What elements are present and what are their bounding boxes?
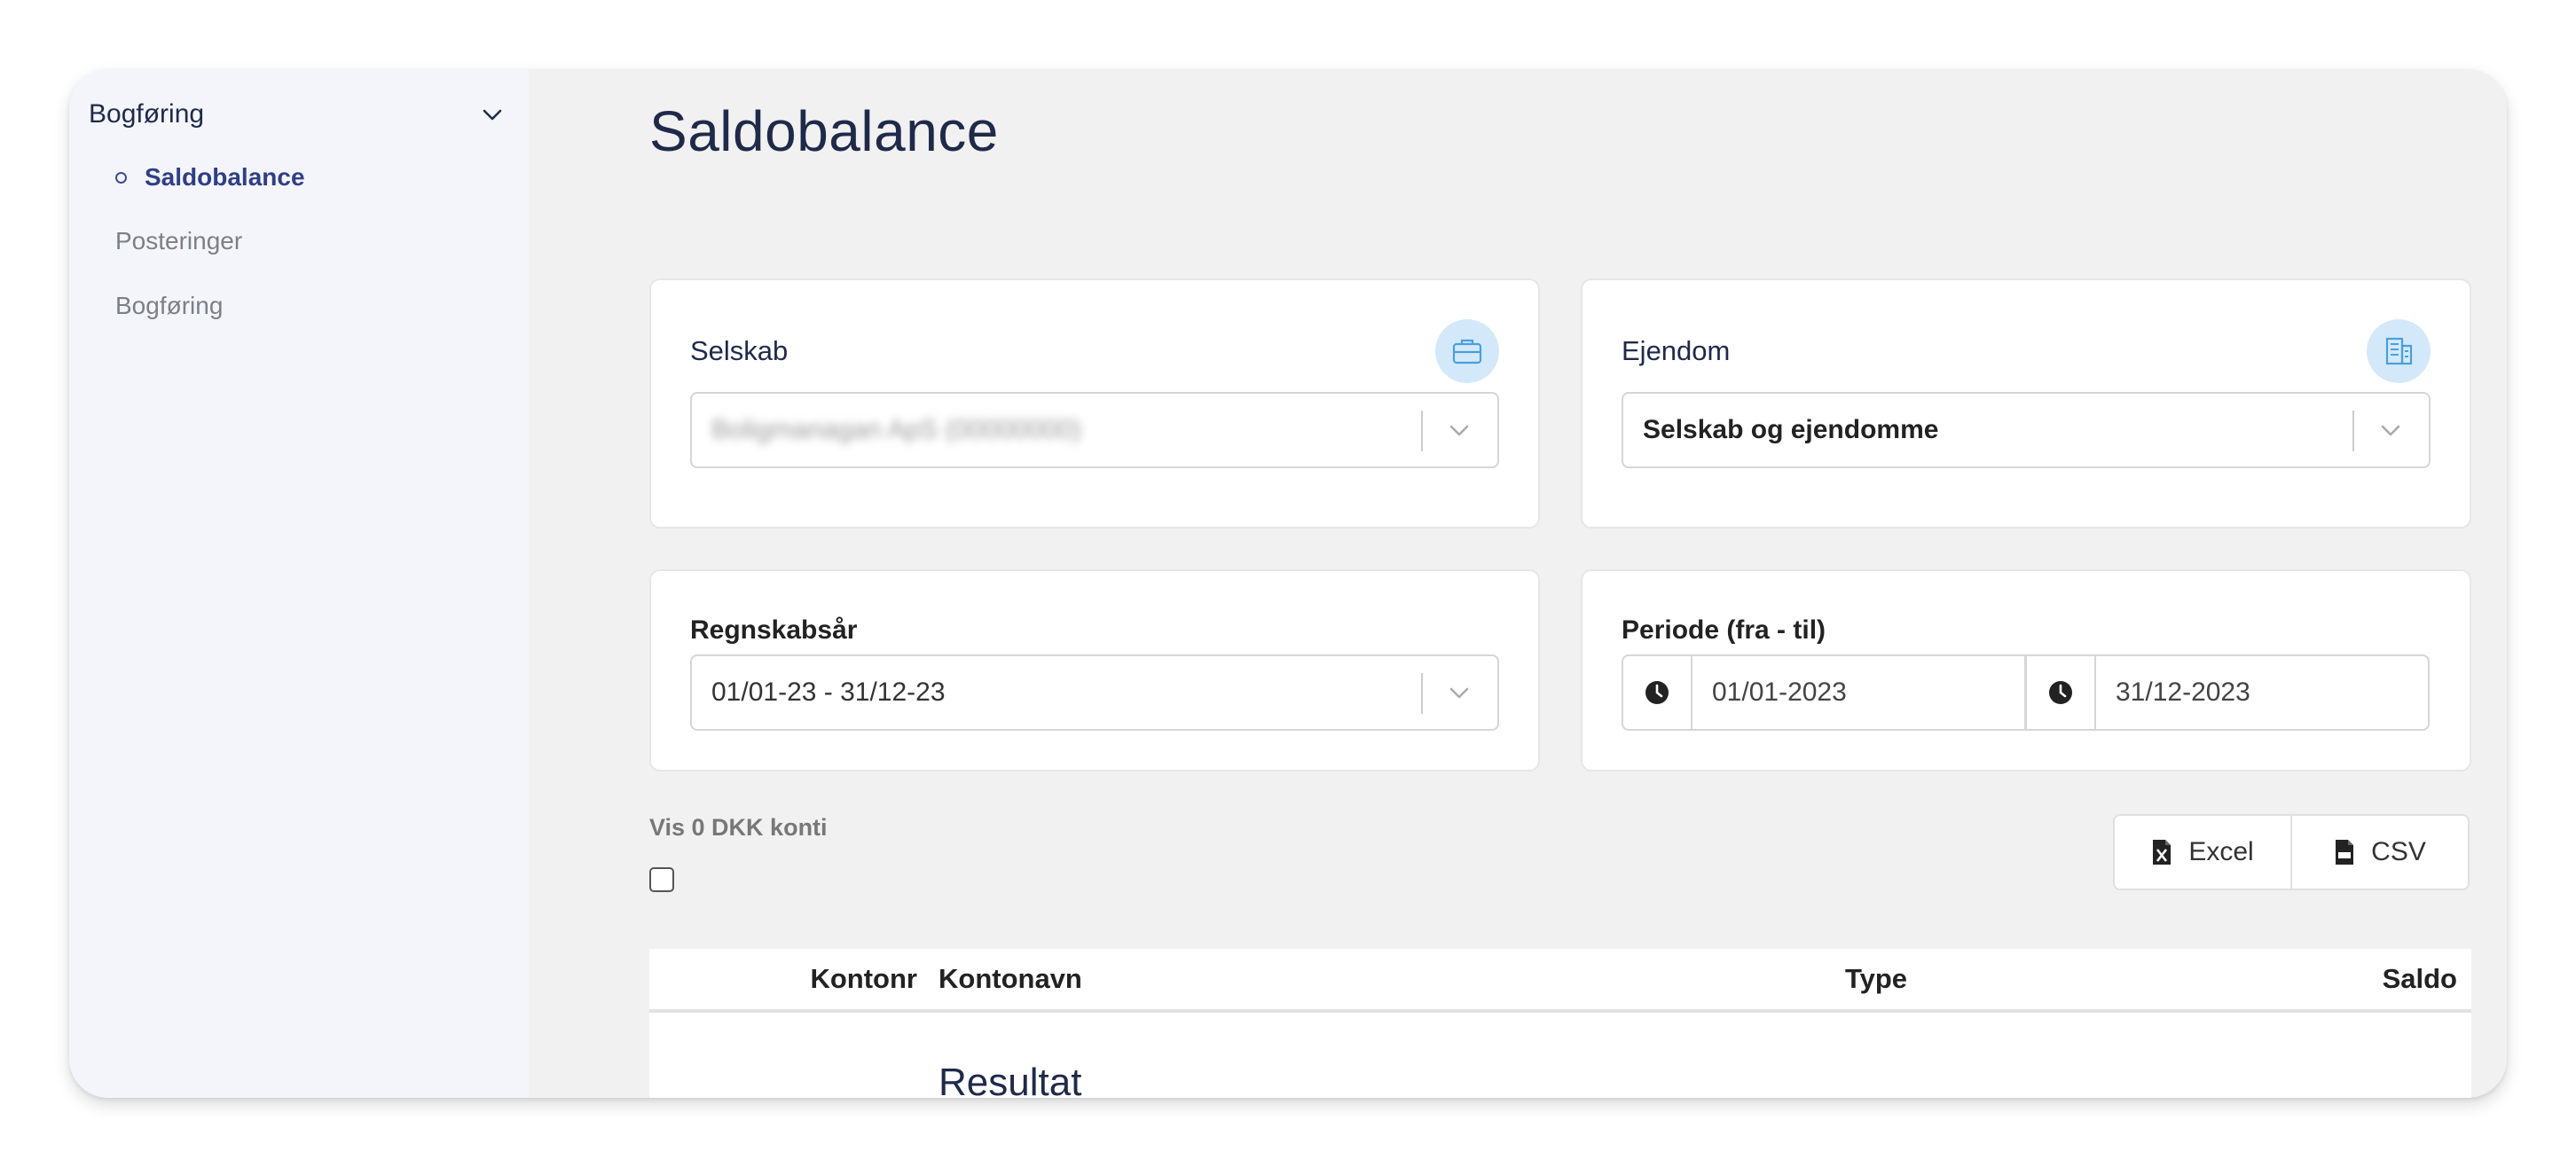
column-header-type[interactable]: Type bbox=[1845, 949, 1907, 1009]
sidebar-item-label: Bogføring bbox=[115, 292, 224, 319]
select-separator bbox=[2352, 411, 2354, 451]
column-header-account-name[interactable]: Kontonavn bbox=[939, 949, 1082, 1009]
chevron-down-icon bbox=[483, 109, 502, 121]
export-excel-label: Excel bbox=[2188, 837, 2254, 866]
export-button-group: Excel CSV bbox=[2113, 814, 2470, 890]
company-select[interactable]: Boligmanagan ApS (00000000) bbox=[690, 392, 1499, 468]
file-excel-icon bbox=[2153, 840, 2172, 865]
period-label: Periode (fra - til) bbox=[1622, 615, 1826, 645]
column-header-balance[interactable]: Saldo bbox=[2383, 949, 2457, 1009]
briefcase-icon bbox=[1435, 319, 1499, 383]
property-label: Ejendom bbox=[1622, 335, 1731, 366]
company-card: Selskab Boligmanagan ApS (00000000) bbox=[649, 278, 1540, 529]
clock-icon[interactable] bbox=[1623, 656, 1692, 729]
sidebar-item-posteringer[interactable]: Posteringer bbox=[115, 223, 242, 259]
page-title: Saldobalance bbox=[649, 99, 999, 163]
building-icon bbox=[2367, 319, 2431, 383]
sidebar-item-saldobalance[interactable]: Saldobalance bbox=[115, 160, 305, 195]
company-select-value: Boligmanagan ApS (00000000) bbox=[711, 415, 1081, 444]
chevron-down-icon[interactable] bbox=[1446, 679, 1473, 706]
fiscal-year-label: Regnskabsår bbox=[690, 615, 858, 645]
property-select[interactable]: Selskab og ejendomme bbox=[1622, 392, 2431, 468]
sidebar-item-label: Posteringer bbox=[115, 227, 243, 255]
select-separator bbox=[1421, 673, 1423, 714]
fiscal-year-select-value: 01/01-23 - 31/12-23 bbox=[711, 677, 946, 707]
table-header: Kontonr Kontonavn Type Saldo bbox=[649, 949, 2471, 1013]
period-card: Periode (fra - til) 01/01-2023 31/12-202… bbox=[1581, 569, 2471, 771]
sidebar-group-bogforing[interactable]: Bogføring bbox=[89, 92, 506, 137]
property-select-value: Selskab og ejendomme bbox=[1643, 415, 1939, 444]
sidebar-item-bogforing[interactable]: Bogføring bbox=[115, 288, 223, 324]
trial-balance-table: Kontonr Kontonavn Type Saldo Resultat bbox=[649, 949, 2471, 1098]
period-from-field: 01/01-2023 bbox=[1622, 654, 2026, 731]
main-content: Saldobalance Selskab Boligmanagan ApS (0… bbox=[529, 69, 2507, 1098]
export-excel-button[interactable]: Excel bbox=[2115, 816, 2290, 889]
column-header-account-no[interactable]: Kontonr bbox=[810, 949, 917, 1009]
chevron-down-icon[interactable] bbox=[2377, 417, 2404, 443]
show-zero-accounts-checkbox[interactable] bbox=[649, 867, 674, 892]
show-zero-accounts-label: Vis 0 DKK konti bbox=[649, 814, 828, 841]
active-indicator-icon bbox=[115, 171, 127, 184]
period-to-field: 31/12-2023 bbox=[2025, 654, 2430, 731]
table-section-title: Resultat bbox=[939, 1061, 1082, 1098]
sidebar-item-label: Saldobalance bbox=[145, 163, 305, 191]
period-to-input[interactable]: 31/12-2023 bbox=[2096, 656, 2428, 729]
app-window: Bogføring Saldobalance Posteringer Bogfø… bbox=[69, 69, 2507, 1098]
clock-icon[interactable] bbox=[2027, 656, 2096, 729]
fiscal-year-card: Regnskabsår 01/01-23 - 31/12-23 bbox=[649, 569, 1540, 771]
sidebar-group-label: Bogføring bbox=[89, 99, 205, 129]
file-csv-icon bbox=[2336, 840, 2354, 865]
period-from-input[interactable]: 01/01-2023 bbox=[1692, 656, 2024, 729]
sidebar: Bogføring Saldobalance Posteringer Bogfø… bbox=[69, 69, 529, 1098]
company-label: Selskab bbox=[690, 335, 789, 366]
property-card: Ejendom Selskab og ejendomme bbox=[1581, 278, 2471, 529]
chevron-down-icon[interactable] bbox=[1446, 417, 1473, 443]
fiscal-year-select[interactable]: 01/01-23 - 31/12-23 bbox=[690, 654, 1499, 731]
export-csv-button[interactable]: CSV bbox=[2290, 816, 2468, 889]
export-csv-label: CSV bbox=[2371, 837, 2426, 866]
select-separator bbox=[1421, 411, 1423, 451]
